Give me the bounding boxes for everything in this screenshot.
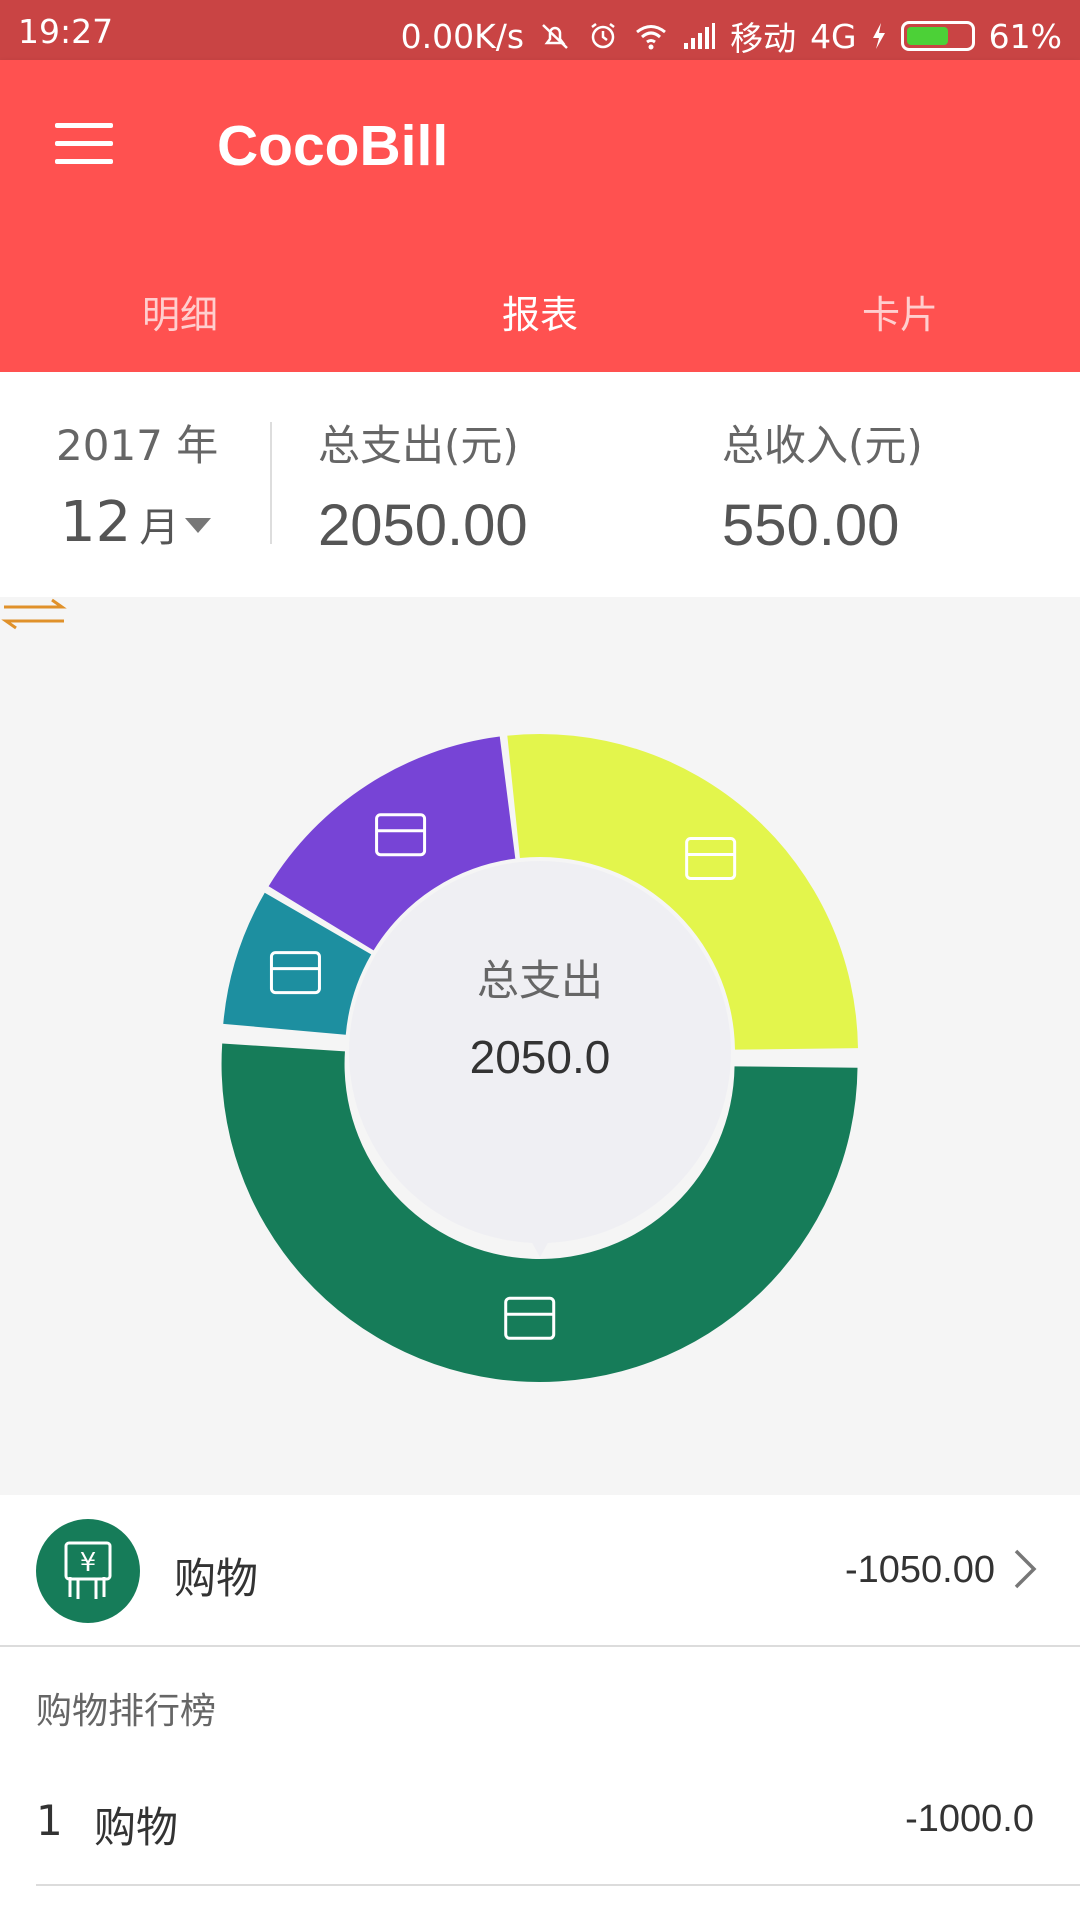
swap-icon[interactable] bbox=[0, 597, 68, 631]
menu-line bbox=[55, 159, 113, 164]
wifi-icon bbox=[636, 25, 666, 50]
year-label: 2017 年 bbox=[56, 421, 219, 470]
chart-center-label: 总支出 bbox=[476, 956, 603, 1005]
chart-area: 总支出 2050.0 bbox=[0, 597, 1080, 1495]
tab-report[interactable]: 报表 bbox=[360, 270, 720, 370]
app-bar: CocoBill 明细 报表 卡片 bbox=[0, 60, 1080, 372]
svg-text:¥: ¥ bbox=[80, 1548, 97, 1578]
network-type: 4G bbox=[810, 16, 857, 56]
ranking-item[interactable]: 1 购物 -1000.0 bbox=[0, 1760, 1080, 1888]
battery-percent: 61% bbox=[988, 16, 1062, 56]
tab-details[interactable]: 明细 bbox=[0, 270, 360, 370]
chevron-right-icon bbox=[1014, 1549, 1037, 1589]
month-selector[interactable]: 12 月 bbox=[60, 490, 212, 555]
signal-icon bbox=[684, 23, 716, 49]
status-bar: 19:27 0.00K/s 移动 4G 61% bbox=[0, 0, 1080, 60]
month-unit: 月 bbox=[139, 505, 180, 551]
status-right: 0.00K/s 移动 4G 61% bbox=[401, 12, 1062, 60]
status-time: 19:27 bbox=[18, 12, 114, 51]
alarm-icon bbox=[591, 23, 615, 49]
menu-line bbox=[55, 123, 113, 128]
ranking-title: 购物排行榜 bbox=[36, 1691, 217, 1732]
menu-button[interactable] bbox=[55, 123, 113, 169]
silent-icon bbox=[542, 24, 568, 49]
expense-value: 2050.00 bbox=[318, 493, 528, 558]
shopping-icon: ¥ bbox=[36, 1519, 140, 1623]
category-name: 购物 bbox=[174, 1554, 259, 1603]
ranking-divider bbox=[36, 1884, 1080, 1886]
summary-divider bbox=[270, 422, 272, 544]
charging-icon bbox=[872, 23, 885, 49]
network-speed: 0.00K/s bbox=[400, 16, 525, 56]
expense-label: 总支出(元) bbox=[318, 421, 519, 470]
category-amount: -1050.00 bbox=[844, 1549, 995, 1591]
shopping-glyph: ¥ bbox=[64, 1541, 112, 1599]
battery-outline bbox=[900, 21, 975, 51]
tab-cards[interactable]: 卡片 bbox=[720, 270, 1080, 370]
selected-category-row[interactable]: ¥ 购物 -1050.00 bbox=[0, 1495, 1080, 1647]
month-value: 12 bbox=[60, 490, 132, 555]
summary-panel: 2017 年 12 月 总支出(元) 2050.00 总收入(元) 550.00 bbox=[0, 372, 1080, 597]
ranking-value: -1000.0 bbox=[905, 1798, 1034, 1840]
ranking-name: 购物 bbox=[94, 1803, 179, 1852]
selection-pointer bbox=[530, 1239, 550, 1257]
tab-bar: 明细 报表 卡片 bbox=[0, 270, 1080, 370]
app-title: CocoBill bbox=[217, 114, 449, 178]
income-value: 550.00 bbox=[722, 493, 900, 558]
menu-line bbox=[55, 141, 113, 146]
battery-fill bbox=[906, 27, 949, 45]
carrier-name: 移动 bbox=[730, 19, 797, 58]
ranking-index: 1 bbox=[36, 1796, 63, 1845]
income-label: 总收入(元) bbox=[722, 421, 923, 470]
chart-center-value: 2050.0 bbox=[469, 1031, 611, 1083]
dropdown-caret-icon bbox=[185, 518, 212, 533]
battery-icon bbox=[900, 21, 975, 51]
